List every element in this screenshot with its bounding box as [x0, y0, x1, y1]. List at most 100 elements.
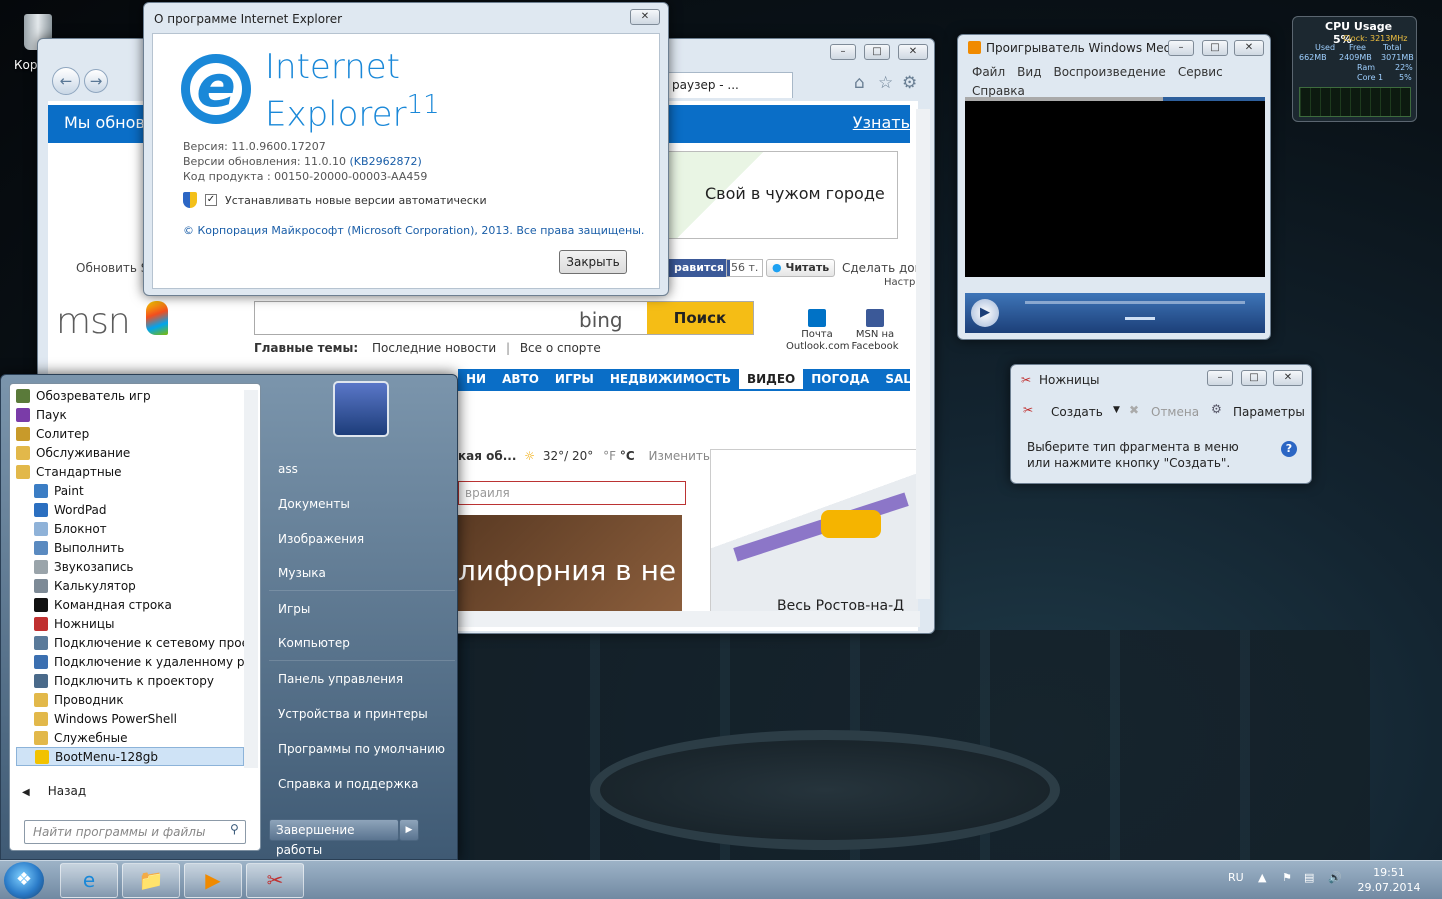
program-item[interactable]: Солитер [16, 424, 244, 443]
news-input[interactable]: враиля [458, 481, 686, 505]
msn-logo[interactable]: msn [56, 301, 131, 342]
program-item[interactable]: BootMenu-128gb [16, 747, 244, 766]
volume-slider[interactable] [1125, 317, 1155, 320]
settings-link[interactable]: Настр [884, 277, 915, 288]
program-item[interactable]: Служебные [16, 728, 244, 747]
maximize-button[interactable]: □ [864, 44, 890, 60]
start-documents[interactable]: Документы [269, 486, 455, 521]
program-item[interactable]: Паук [16, 405, 244, 424]
news-headline[interactable]: лифорния в не [458, 515, 682, 611]
facebook-like-button[interactable]: равится [668, 259, 730, 277]
tray-network-icon[interactable]: ▤ [1304, 871, 1314, 884]
user-avatar[interactable] [333, 381, 389, 437]
msn-search-input[interactable]: bing Поиск [254, 301, 754, 335]
minimize-button[interactable]: – [1168, 40, 1194, 56]
topic-latest-news[interactable]: Последние новости [372, 341, 496, 355]
auto-update-checkbox[interactable]: ✓ [205, 194, 217, 206]
minimize-button[interactable]: – [1207, 370, 1233, 386]
nav-item[interactable]: ПОГОДА [803, 369, 877, 389]
refresh-text[interactable]: Обновить Si [76, 261, 152, 275]
taskbar-ie-icon[interactable]: e [60, 863, 118, 898]
program-item[interactable]: Стандартные [16, 462, 244, 481]
system-clock[interactable]: 19:51 29.07.2014 [1354, 865, 1424, 895]
menu-playback[interactable]: Воспроизведение [1053, 65, 1165, 79]
program-item[interactable]: Командная строка [16, 595, 244, 614]
program-item[interactable]: Подключить к проектору [16, 671, 244, 690]
search-button[interactable]: Поиск [647, 302, 753, 334]
program-item[interactable]: WordPad [16, 500, 244, 519]
program-item[interactable]: Подключение к сетевому проекто [16, 633, 244, 652]
outlook-icon[interactable] [808, 309, 826, 327]
start-menu[interactable]: Обозреватель игр Паук Солитер Обслуживание С… [0, 374, 458, 860]
home-icon[interactable]: ⌂ [854, 73, 865, 93]
taskbar-explorer-icon[interactable]: 📁 [122, 863, 180, 898]
maximize-button[interactable]: □ [1241, 370, 1267, 386]
start-music[interactable]: Музыка [269, 556, 455, 591]
banner-learn-link[interactable]: Узнать [853, 113, 910, 132]
back-button[interactable]: ◀ Назад [22, 784, 86, 798]
new-snip-button[interactable]: Создать [1051, 405, 1103, 419]
tools-gear-icon[interactable]: ⚙ [902, 73, 917, 93]
menu-file[interactable]: Файл [972, 65, 1005, 79]
twitter-follow-button[interactable]: ● Читать [766, 259, 836, 277]
forward-icon[interactable]: → [84, 69, 108, 93]
start-computer[interactable]: Компьютер [269, 626, 455, 661]
auto-update-label[interactable]: Устанавливать новые версии автоматически [225, 194, 487, 207]
favorites-star-icon[interactable]: ☆ [878, 73, 893, 93]
nav-item[interactable]: НИ [458, 369, 494, 389]
start-user-name[interactable]: ass [269, 451, 455, 486]
close-dialog-button[interactable]: Закрыть [559, 250, 627, 274]
programs-scrollbar[interactable] [244, 390, 258, 768]
seek-bar[interactable] [1025, 301, 1245, 304]
program-item[interactable]: Paint [16, 481, 244, 500]
weather-change-link[interactable]: Изменить [648, 449, 710, 463]
start-default-programs[interactable]: Программы по умолчанию [269, 731, 455, 766]
outlook-label[interactable]: Почта Outlook.com [786, 329, 849, 353]
options-button[interactable]: Параметры [1233, 405, 1305, 419]
menu-view[interactable]: Вид [1017, 65, 1041, 79]
program-item[interactable]: Проводник [16, 690, 244, 709]
topic-sports[interactable]: Все о спорте [520, 341, 601, 355]
cpu-usage-gadget[interactable]: CPU Usage 5% Clock: 3213MHz Used Free To… [1292, 16, 1417, 122]
program-item[interactable]: Выполнить [16, 538, 244, 557]
shutdown-button[interactable]: Завершение работы [269, 819, 399, 857]
horizontal-scrollbar[interactable] [458, 611, 920, 627]
weather-city[interactable]: кая об... [458, 449, 516, 463]
about-ie-dialog[interactable]: О программе Internet Explorer ✕ e Intern… [143, 2, 669, 296]
close-button[interactable]: ✕ [1234, 40, 1264, 56]
browser-tab[interactable]: раузер - ... [663, 72, 793, 98]
video-area[interactable] [965, 101, 1265, 277]
back-icon[interactable]: ← [52, 67, 80, 95]
start-devices-printers[interactable]: Устройства и принтеры [269, 696, 455, 731]
program-item[interactable]: Ножницы [16, 614, 244, 633]
minimize-button[interactable]: – [830, 44, 856, 60]
kb-link[interactable]: (KB2962872) [350, 155, 422, 168]
new-snip-dropdown-icon[interactable]: ▼ [1113, 405, 1120, 415]
close-button[interactable]: ✕ [898, 44, 928, 60]
copyright-link[interactable]: © Корпорация Майкрософт (Microsoft Corpo… [183, 224, 644, 237]
play-icon[interactable]: ▶ [971, 299, 999, 327]
windows-media-player-window[interactable]: Проигрыватель Windows Media – □ ✕ Файл Ви… [957, 34, 1271, 340]
program-item[interactable]: Блокнот [16, 519, 244, 538]
start-pictures[interactable]: Изображения [269, 521, 455, 556]
facebook-label[interactable]: MSN на Facebook [848, 329, 902, 353]
menu-tools[interactable]: Сервис [1178, 65, 1223, 79]
nav-item[interactable]: АВТО [494, 369, 547, 389]
dialog-close-button[interactable]: ✕ [630, 9, 660, 25]
celsius-toggle[interactable]: °C [620, 449, 635, 463]
program-item[interactable]: Обозреватель игр [16, 386, 244, 405]
start-help-support[interactable]: Справка и поддержка [269, 766, 455, 801]
make-homepage-link[interactable]: Сделать дом [842, 261, 918, 275]
facebook-icon[interactable] [866, 309, 884, 327]
nav-item[interactable]: ИГРЫ [547, 369, 602, 389]
language-indicator[interactable]: RU [1228, 871, 1244, 884]
menu-help[interactable]: Справка [972, 84, 1025, 98]
program-item[interactable]: Windows PowerShell [16, 709, 244, 728]
snipping-tool-window[interactable]: ✂ Ножницы – □ ✕ ✂ Создать ▼ ✖ Отмена ⚙ П… [1010, 364, 1312, 484]
program-item[interactable]: Подключение к удаленному рабо [16, 652, 244, 671]
start-search-input[interactable]: Найти программы и файлы [24, 820, 246, 844]
fahrenheit-toggle[interactable]: °F [603, 449, 616, 463]
tray-expand-icon[interactable]: ▲ [1258, 871, 1266, 884]
nav-item-active[interactable]: ВИДЕО [738, 369, 804, 389]
recycle-bin-label[interactable]: Кор [14, 58, 37, 72]
